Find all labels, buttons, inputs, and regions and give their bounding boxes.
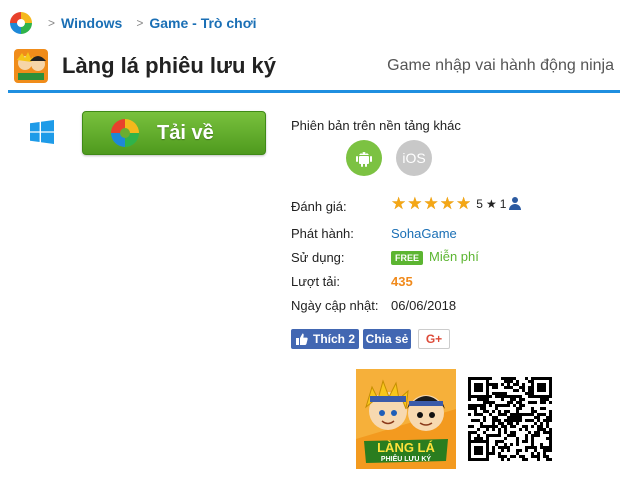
downloads-label: Lượt tải: bbox=[291, 274, 341, 289]
publisher-link[interactable]: SohaGame bbox=[391, 226, 457, 241]
app-icon bbox=[14, 49, 48, 83]
breadcrumb-separator: > bbox=[136, 16, 144, 30]
star-icon: ★ bbox=[456, 194, 472, 213]
license-value: FREE Miễn phí bbox=[391, 249, 479, 265]
app-header: Làng lá phiêu lưu ký Game nhập vai hành … bbox=[14, 48, 618, 84]
license-text: Miễn phí bbox=[429, 249, 479, 264]
rating-star-glyph: ★ bbox=[485, 197, 497, 211]
star-icon: ★ bbox=[423, 194, 439, 213]
updated-label: Ngày cập nhật: bbox=[291, 298, 379, 313]
breadcrumb-separator: > bbox=[48, 16, 56, 30]
license-label: Sử dụng: bbox=[291, 250, 345, 265]
downloads-count: 435 bbox=[391, 274, 413, 289]
ios-version-button[interactable]: iOS bbox=[396, 140, 432, 176]
game-cover-image: LÀNG LÁ PHIÊU LƯU KÝ bbox=[356, 369, 456, 469]
free-badge: FREE bbox=[391, 250, 424, 265]
app-tagline: Game nhập vai hành động ninja bbox=[387, 57, 614, 74]
rating-score: 5 bbox=[476, 197, 483, 211]
star-icon: ★ bbox=[391, 194, 407, 213]
rating-stars[interactable]: ★ ★ ★ ★ ★ 5 ★ 1 bbox=[391, 194, 522, 213]
google-plus-button[interactable]: G+ bbox=[418, 329, 450, 349]
rating-label: Đánh giá: bbox=[291, 199, 347, 214]
publisher-label: Phát hành: bbox=[291, 226, 354, 241]
facebook-like-button[interactable]: Thích 2 bbox=[291, 329, 359, 349]
other-platforms-heading: Phiên bản trên nền tảng khác bbox=[291, 118, 461, 133]
star-icon: ★ bbox=[439, 194, 455, 213]
updated-date: 06/06/2018 bbox=[391, 298, 457, 313]
android-icon bbox=[356, 152, 372, 167]
cover-logo-line1: LÀNG LÁ bbox=[377, 440, 435, 455]
breadcrumb-windows-link[interactable]: Windows bbox=[61, 15, 122, 31]
star-icon: ★ bbox=[407, 194, 423, 213]
header-divider bbox=[8, 90, 620, 93]
qr-code bbox=[468, 377, 552, 461]
rating-count: 1 bbox=[499, 197, 507, 211]
download-logo-icon bbox=[111, 119, 139, 147]
windows-icon bbox=[30, 120, 54, 144]
cover-logo-line2: PHIÊU LƯU KÝ bbox=[381, 454, 431, 463]
android-version-button[interactable] bbox=[346, 140, 382, 176]
app-title: Làng lá phiêu lưu ký bbox=[62, 53, 276, 78]
facebook-share-button[interactable]: Chia sẻ bbox=[363, 329, 411, 349]
breadcrumb: > Windows > Game - Trò chơi bbox=[10, 10, 271, 36]
download-button[interactable]: Tải về bbox=[82, 111, 266, 155]
site-logo-icon[interactable] bbox=[10, 12, 32, 34]
breadcrumb-games-link[interactable]: Game - Trò chơi bbox=[149, 15, 256, 31]
thumbs-up-icon bbox=[296, 333, 308, 345]
like-label: Thích 2 bbox=[313, 332, 356, 346]
user-icon bbox=[509, 197, 522, 211]
download-label: Tải về bbox=[157, 121, 214, 144]
